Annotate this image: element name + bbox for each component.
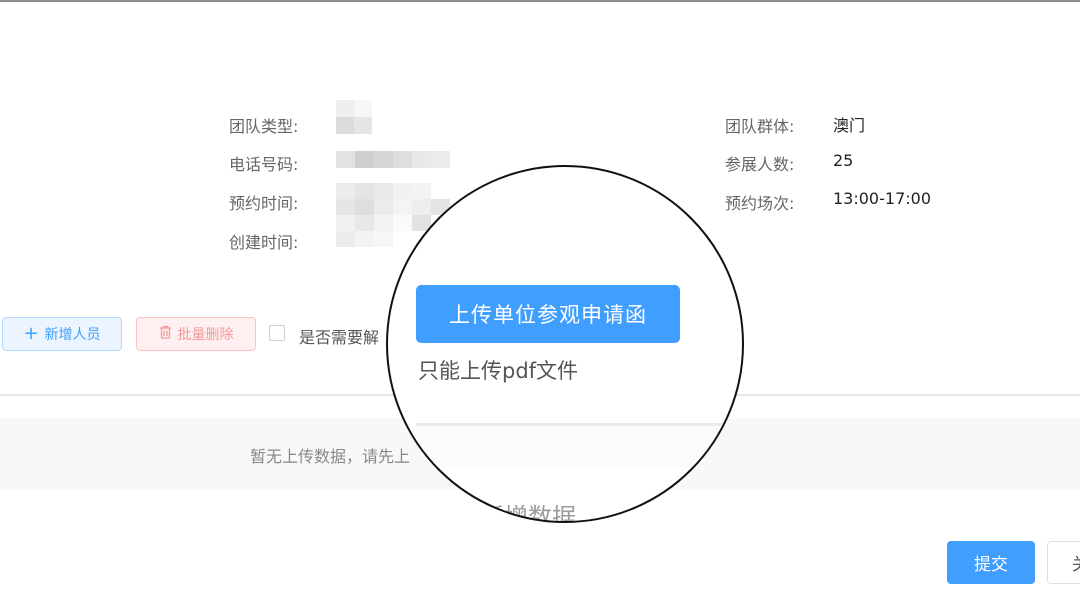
phone-label: 电话号码: — [229, 155, 299, 174]
top-border — [0, 0, 1080, 2]
session-value: 13:00-17:00 — [833, 189, 931, 208]
team-group-value: 澳门 — [833, 116, 866, 135]
create-time-label: 创建时间: — [229, 233, 299, 252]
table-empty-text: 暂无上传数据，请先上 — [250, 447, 411, 466]
trash-icon — [159, 325, 172, 343]
reserve-time-label: 预约时间: — [229, 194, 299, 213]
team-type-label: 团队类型: — [229, 117, 299, 136]
batch-delete-button[interactable]: 批量删除 — [136, 317, 256, 351]
magnifier-lens: 上传单位参观申请函 只能上传pdf文件 新增数据 — [386, 165, 744, 523]
close-button[interactable]: 关 — [1047, 541, 1080, 584]
upload-application-letter-button[interactable]: 上传单位参观申请函 — [416, 285, 680, 343]
need-explain-label: 是否需要解 — [299, 328, 380, 347]
lens-divider — [416, 423, 736, 426]
team-group-label: 团队群体: — [725, 117, 795, 136]
team-type-value-blurred — [336, 100, 372, 134]
upload-tip: 只能上传pdf文件 — [418, 359, 579, 383]
phone-value-blurred — [336, 151, 450, 168]
add-person-label: 新增人员 — [44, 327, 101, 343]
batch-delete-label: 批量删除 — [177, 327, 234, 343]
add-person-button[interactable]: + 新增人员 — [2, 317, 122, 351]
lens-ghost-text: 新增数据 — [480, 503, 576, 523]
lens-empty-band — [388, 427, 742, 467]
plus-icon: + — [23, 323, 39, 344]
submit-button[interactable]: 提交 — [947, 541, 1035, 584]
need-explain-checkbox[interactable] — [269, 325, 285, 341]
attendees-value: 25 — [833, 151, 854, 170]
